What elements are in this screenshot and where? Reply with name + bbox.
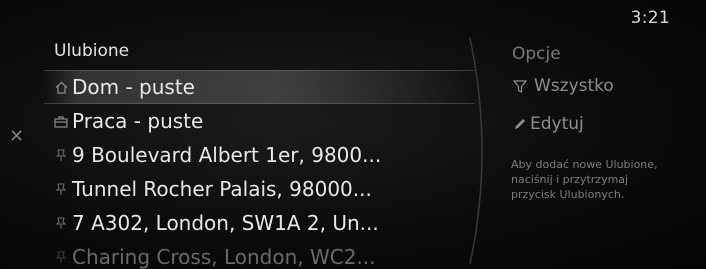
pencil-icon: [512, 116, 528, 132]
edit-button[interactable]: Edytuj: [512, 114, 584, 134]
briefcase-icon: [54, 114, 68, 128]
pin-icon: [54, 182, 68, 196]
close-icon[interactable]: ✕: [9, 128, 24, 146]
options-title: Opcje: [512, 44, 561, 64]
filter-icon: [512, 78, 528, 94]
favorite-label: Tunnel Rocher Palais, 98000...: [72, 177, 372, 201]
favorites-title: Ulubione: [54, 41, 130, 61]
favorite-item[interactable]: 7 A302, London, SW1A 2, Un...: [44, 206, 474, 240]
home-icon: [54, 80, 68, 94]
favorite-item-home[interactable]: Dom - puste: [44, 70, 474, 104]
pin-icon: [54, 250, 68, 264]
pin-icon: [54, 148, 68, 162]
hint-text: Aby dodać nowe Ulubione, naciśnij i przy…: [511, 158, 658, 201]
edit-label: Edytuj: [530, 114, 584, 134]
favorite-item[interactable]: Charing Cross, London, WC2...: [44, 240, 474, 269]
favorite-item-work[interactable]: Praca - puste: [44, 104, 474, 138]
favorite-label: 9 Boulevard Albert 1er, 9800...: [72, 143, 382, 167]
panel-divider: [469, 37, 483, 265]
favorite-label: Praca - puste: [72, 109, 204, 133]
favorite-item[interactable]: Tunnel Rocher Palais, 98000...: [44, 172, 474, 206]
pin-icon: [54, 216, 68, 230]
filter-label: Wszystko: [534, 76, 614, 96]
favorite-label: 7 A302, London, SW1A 2, Un...: [72, 211, 379, 235]
favorite-item[interactable]: 9 Boulevard Albert 1er, 9800...: [44, 138, 474, 172]
filter-all-button[interactable]: Wszystko: [512, 76, 614, 96]
favorites-list: Dom - puste Praca - puste 9 Boulevard Al…: [44, 70, 474, 269]
favorite-label: Dom - puste: [72, 75, 195, 99]
screen: 3:21 ✕ Ulubione Dom - puste Praca - pust…: [0, 0, 706, 269]
favorite-label: Charing Cross, London, WC2...: [72, 245, 376, 269]
clock: 3:21: [630, 8, 670, 28]
